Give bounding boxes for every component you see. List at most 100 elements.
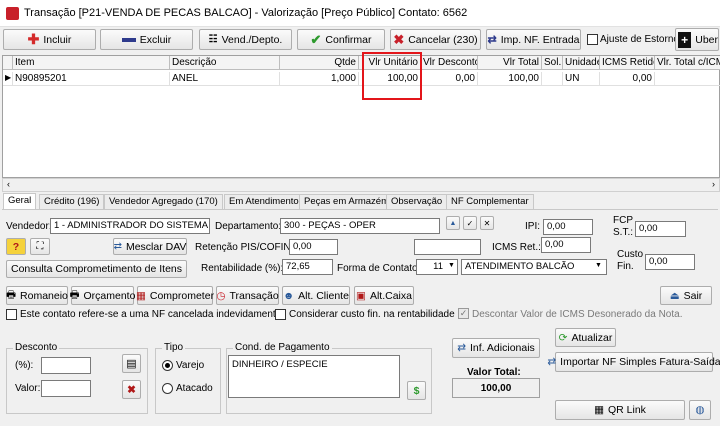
tab-credito[interactable]: Crédito (196) — [39, 194, 105, 209]
valor-total-value: 100,00 — [452, 378, 540, 398]
qr-link-label: QR Link — [607, 404, 646, 416]
descontar-icms-checkbox[interactable]: ✓ — [458, 308, 469, 319]
ajuste-estorno-checkbox[interactable] — [587, 34, 598, 45]
radio-dot — [165, 363, 170, 368]
col-header-vlr-desconto[interactable]: Vlr Desconto — [421, 56, 478, 70]
alt-caixa-button[interactable]: ▣ Alt.Caixa — [354, 286, 414, 305]
clock-icon: ◷ — [216, 289, 226, 302]
vendedor-field[interactable]: 1 - ADMINISTRADOR DO SISTEMA — [50, 218, 210, 234]
window-title: Transação [P21-VENDA DE PECAS BALCAO] - … — [24, 7, 468, 19]
mesclar-dav-button[interactable]: ⇄ Mesclar DAV — [113, 238, 187, 255]
excluir-button[interactable]: Excluir — [100, 29, 193, 50]
network-button[interactable]: ⛶ — [30, 238, 50, 255]
dollar-icon: $ — [413, 384, 420, 397]
col-header-descricao[interactable]: Descrição — [170, 56, 280, 70]
nf-cancelada-checkbox[interactable] — [6, 309, 17, 320]
rentabilidade-field[interactable]: 72,65 — [282, 259, 333, 275]
tab-observacao[interactable]: Observação — [386, 194, 448, 209]
custo-fin-field[interactable]: 0,00 — [645, 254, 695, 270]
horizontal-scrollbar[interactable]: ‹ › — [2, 178, 720, 192]
custo-fin-check-label: Considerar custo fin. na rentabilidade — [289, 309, 455, 320]
tab-geral[interactable]: Geral — [3, 193, 37, 210]
cell-qtde[interactable]: 1,000 — [280, 72, 359, 86]
highlight-box — [362, 52, 422, 100]
orcamento-button[interactable]: 🖶 Orçamento — [70, 286, 135, 305]
transacao-button[interactable]: ◷ Transação — [216, 286, 279, 305]
cell-item[interactable]: N90895201 — [13, 72, 170, 86]
consulta-comprometimento-button[interactable]: Consulta Comprometimento de Itens — [6, 260, 187, 278]
confirmar-label: Confirmar — [325, 33, 372, 46]
cell-vlr-total-icms[interactable] — [655, 72, 720, 86]
tab-pecas-armazem[interactable]: Peças em Armazém — [299, 194, 394, 209]
excluir-label: Excluir — [139, 33, 172, 46]
globe-button[interactable]: ◍ — [689, 400, 711, 420]
scroll-right-icon[interactable]: › — [712, 179, 715, 189]
custo-label: Custo — [617, 249, 644, 260]
help-button[interactable]: ? — [6, 238, 26, 255]
desconto-valor-label: Valor: — [15, 383, 41, 394]
cell-descricao[interactable]: ANEL — [170, 72, 280, 86]
move-up-button[interactable]: ▲ — [446, 216, 460, 230]
cell-sol[interactable] — [542, 72, 563, 86]
atualizar-button[interactable]: ⟳ Atualizar — [555, 328, 616, 347]
qr-link-button[interactable]: ▦ QR Link — [555, 400, 685, 420]
cancelar-label: Cancelar (230) — [408, 33, 478, 46]
col-header-sol[interactable]: Sol. — [542, 56, 563, 70]
vend-depto-button[interactable]: ☷ Vend./Depto. — [199, 29, 292, 50]
blank-field[interactable] — [414, 239, 481, 255]
tab-em-atendimento[interactable]: Em Atendimento — [224, 194, 304, 209]
col-header-unidade[interactable]: Unidade — [563, 56, 600, 70]
checkmark-icon: ✔ — [310, 31, 322, 47]
col-header-icms-retido[interactable]: ICMS Retido — [600, 56, 655, 70]
scroll-left-icon[interactable]: ‹ — [7, 179, 10, 189]
clear-small-button[interactable]: ✕ — [480, 216, 494, 230]
printer-icon: 🖶 — [6, 288, 17, 301]
confirm-small-button[interactable]: ✓ — [463, 216, 477, 230]
fcp-label: FCP — [613, 215, 633, 226]
desconto-valor-field[interactable] — [41, 380, 91, 397]
cell-vlr-total[interactable]: 100,00 — [478, 72, 542, 86]
desconto-title: Desconto — [13, 342, 60, 353]
desconto-pct-field[interactable] — [41, 357, 91, 374]
uber-button[interactable]: + Uber — [675, 28, 719, 51]
cell-icms-retido[interactable]: 0,00 — [600, 72, 655, 86]
icms-ret-field[interactable]: 0,00 — [541, 237, 591, 253]
col-header-vlr-total[interactable]: Vlr Total — [478, 56, 542, 70]
cancelar-button[interactable]: ✖ Cancelar (230) — [390, 29, 481, 50]
tab-nf-complementar[interactable]: NF Complementar — [446, 194, 534, 209]
title-bar: Transação [P21-VENDA DE PECAS BALCAO] - … — [0, 0, 720, 27]
calculator-button[interactable]: ▤ — [122, 354, 141, 373]
payment-button[interactable]: $ — [407, 381, 426, 400]
col-header-qtde[interactable]: Qtde — [280, 56, 359, 70]
confirmar-button[interactable]: ✔ Confirmar — [297, 29, 385, 50]
sair-button[interactable]: ⏏ Sair — [660, 286, 712, 305]
tab-vendedor-agregado[interactable]: Vendedor Agregado (170) — [104, 194, 223, 209]
comprometer-button[interactable]: ▦ Comprometer — [136, 286, 214, 305]
cell-vlr-desconto[interactable]: 0,00 — [421, 72, 478, 86]
importar-nf-button[interactable]: ⇄ Importar NF Simples Fatura-Saída — [547, 352, 720, 372]
atacado-radio[interactable] — [162, 383, 173, 394]
custo-fin-checkbox[interactable] — [275, 309, 286, 320]
col-header-item[interactable]: Item — [13, 56, 170, 70]
pagamento-field[interactable]: DINHEIRO / ESPECIE — [228, 355, 400, 398]
items-grid[interactable]: Item Descrição Qtde Vlr Unitário Vlr Des… — [2, 55, 720, 178]
fcp-st-field[interactable]: 0,00 — [635, 221, 686, 237]
col-header-vlr-total-icms[interactable]: Vlr. Total c/ICMS — [655, 56, 720, 70]
ipi-field[interactable]: 0,00 — [543, 219, 593, 235]
uber-label: Uber — [695, 33, 718, 46]
inf-adicionais-button[interactable]: ⇄ Inf. Adicionais — [452, 338, 540, 358]
retencao-field[interactable]: 0,00 — [289, 239, 338, 255]
imp-nf-label: Imp. NF. Entrada — [500, 33, 580, 46]
clear-desconto-button[interactable]: ✖ — [122, 380, 141, 399]
varejo-radio[interactable] — [162, 360, 173, 371]
check-icon: ✓ — [466, 218, 474, 228]
alt-cliente-label: Alt. Cliente — [298, 289, 349, 302]
alt-cliente-button[interactable]: ☻ Alt. Cliente — [282, 286, 350, 305]
sair-label: Sair — [683, 289, 703, 302]
cell-unidade[interactable]: UN — [563, 72, 600, 86]
forma-contato-select[interactable]: ATENDIMENTO BALCÃO — [461, 259, 607, 275]
departamento-field[interactable]: 300 - PEÇAS - OPER — [280, 218, 440, 234]
incluir-button[interactable]: ✚ Incluir — [3, 29, 96, 50]
imp-nf-entrada-button[interactable]: ⇄ Imp. NF. Entrada — [486, 29, 581, 50]
romaneio-button[interactable]: 🖶 Romaneio — [6, 286, 68, 305]
